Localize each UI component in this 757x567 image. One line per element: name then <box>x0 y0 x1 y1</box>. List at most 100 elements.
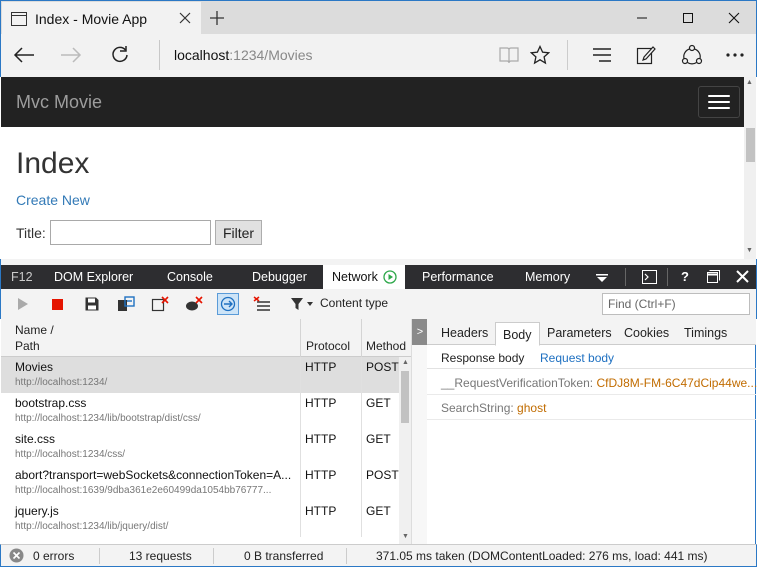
table-row[interactable]: jquery.js http://localhost:1234/lib/jquer… <box>1 501 399 537</box>
tab-parameters[interactable]: Parameters <box>547 319 612 345</box>
tab-timings[interactable]: Timings <box>684 319 727 345</box>
table-row[interactable]: site.css http://localhost:1234/css/ HTTP … <box>1 429 399 465</box>
clear-entries-icon[interactable] <box>252 294 272 314</box>
close-tab-icon[interactable] <box>177 10 193 26</box>
create-new-link[interactable]: Create New <box>16 192 90 208</box>
error-icon <box>9 548 24 563</box>
request-count: 13 requests <box>129 549 192 563</box>
tab-cookies[interactable]: Cookies <box>624 319 669 345</box>
maximize-icon[interactable] <box>665 1 711 34</box>
find-input[interactable]: Find (Ctrl+F) <box>602 293 750 315</box>
filter-dropdown-icon[interactable] <box>289 294 315 314</box>
hamburger-icon-bar <box>708 95 730 97</box>
close-window-icon[interactable] <box>711 1 757 34</box>
column-header-method[interactable]: Method <box>362 319 411 357</box>
body-subtabs: Response body Request body <box>427 345 756 369</box>
favorite-star-icon[interactable] <box>522 37 558 73</box>
column-path-label: Path <box>15 339 40 353</box>
table-row[interactable]: bootstrap.css http://localhost:1234/lib/b… <box>1 393 399 429</box>
tab-headers[interactable]: Headers <box>441 319 488 345</box>
protocol-cell: HTTP <box>301 357 362 393</box>
transferred-size: 0 B transferred <box>244 549 324 563</box>
body-field-row: SearchString: ghost <box>441 401 546 415</box>
menu-toggle-button[interactable] <box>698 86 740 118</box>
details-splitter[interactable]: > <box>411 319 428 544</box>
column-name-label: Name / <box>15 323 54 337</box>
url-field[interactable]: localhost:1234/Movies <box>159 40 313 70</box>
request-path: http://localhost:1234/lib/bootstrap/dist… <box>15 413 201 424</box>
recording-icon <box>383 270 397 284</box>
share-icon[interactable] <box>674 37 710 73</box>
status-divider <box>346 548 347 564</box>
requests-scrollbar-thumb[interactable] <box>401 371 409 423</box>
error-count[interactable]: 0 errors <box>33 549 74 563</box>
scroll-up-icon[interactable]: ▲ <box>402 359 409 366</box>
tab-debugger[interactable]: Debugger <box>252 265 307 289</box>
back-arrow-icon[interactable] <box>6 37 42 73</box>
scroll-up-icon[interactable]: ▲ <box>746 79 753 86</box>
more-icon[interactable] <box>717 37 753 73</box>
tab-network[interactable]: Network <box>323 265 405 289</box>
body-field-value: CfDJ8M-FM-6C47dCip44we... <box>596 376 757 390</box>
console-toggle-icon[interactable] <box>642 270 657 284</box>
more-tabs-icon[interactable] <box>596 274 608 282</box>
request-method: GET <box>366 504 391 518</box>
collapse-details-icon[interactable]: > <box>412 319 428 345</box>
table-row[interactable]: abort?transport=webSockets&connectionTok… <box>1 465 399 501</box>
requests-table-header: Name / Path Protocol Method <box>1 319 411 357</box>
minimize-icon[interactable] <box>619 1 665 34</box>
tab-memory[interactable]: Memory <box>525 265 570 289</box>
response-body-tab[interactable]: Response body <box>441 351 524 365</box>
tab-performance[interactable]: Performance <box>422 265 494 289</box>
page-scrollbar[interactable] <box>744 77 756 259</box>
tab-dom-explorer[interactable]: DOM Explorer <box>54 265 133 289</box>
refresh-icon[interactable] <box>102 37 138 73</box>
export-har-icon[interactable] <box>82 294 102 314</box>
column-header-name[interactable]: Name / Path <box>1 319 301 357</box>
web-note-icon[interactable] <box>628 37 664 73</box>
always-refresh-icon[interactable] <box>116 294 136 314</box>
browser-tab[interactable]: Index - Movie App <box>2 2 201 35</box>
name-cell: Movies http://localhost:1234/ <box>1 357 301 393</box>
hub-icon[interactable] <box>584 37 620 73</box>
tabbar-divider <box>667 268 668 286</box>
request-name: site.css <box>15 432 56 446</box>
request-protocol: HTTP <box>305 432 337 446</box>
request-name: jquery.js <box>15 504 59 518</box>
devtools-statusbar: 0 errors 13 requests 0 B transferred 371… <box>0 544 757 567</box>
undock-icon[interactable] <box>707 270 720 283</box>
table-row[interactable]: Movies http://localhost:1234/ HTTP POST <box>1 357 399 393</box>
forward-arrow-icon[interactable] <box>53 37 89 73</box>
brand-link[interactable]: Mvc Movie <box>16 92 102 113</box>
hamburger-icon-bar <box>708 101 730 103</box>
request-body-tab[interactable]: Request body <box>540 351 614 365</box>
name-cell: abort?transport=webSockets&connectionTok… <box>1 465 301 501</box>
close-devtools-icon[interactable] <box>736 270 749 283</box>
filter-button[interactable]: Filter <box>215 220 262 245</box>
column-header-protocol[interactable]: Protocol <box>301 319 362 357</box>
content-type-label[interactable]: Content type <box>320 296 388 310</box>
tab-console[interactable]: Console <box>167 265 213 289</box>
scroll-down-icon[interactable]: ▼ <box>746 247 753 254</box>
tab-body[interactable]: Body <box>495 322 540 346</box>
clear-cache-icon[interactable] <box>150 294 170 314</box>
scroll-down-icon[interactable]: ▼ <box>402 533 409 540</box>
request-protocol: HTTP <box>305 504 337 518</box>
status-divider <box>99 548 100 564</box>
help-icon[interactable]: ? <box>681 269 689 284</box>
start-profiling-icon[interactable] <box>13 294 33 314</box>
page-scrollbar-thumb[interactable] <box>746 128 755 162</box>
record-network-toggle-icon[interactable] <box>217 293 239 315</box>
name-cell: bootstrap.css http://localhost:1234/lib/b… <box>1 393 301 429</box>
body-field-key: SearchString: <box>441 401 514 415</box>
clear-cookies-icon[interactable] <box>184 294 204 314</box>
row-divider <box>427 394 756 395</box>
title-search-input[interactable] <box>50 220 211 245</box>
request-name: Movies <box>15 360 54 374</box>
new-tab-icon[interactable] <box>208 9 226 27</box>
stop-profiling-icon[interactable] <box>47 294 67 314</box>
network-toolbar: Content type Find (Ctrl+F) <box>0 289 757 319</box>
method-cell: GET <box>362 393 399 429</box>
request-path: http://localhost:1639/9dba361e2e60499da1… <box>15 485 272 496</box>
details-pane: Headers Body Parameters Cookies Timings … <box>427 319 757 544</box>
